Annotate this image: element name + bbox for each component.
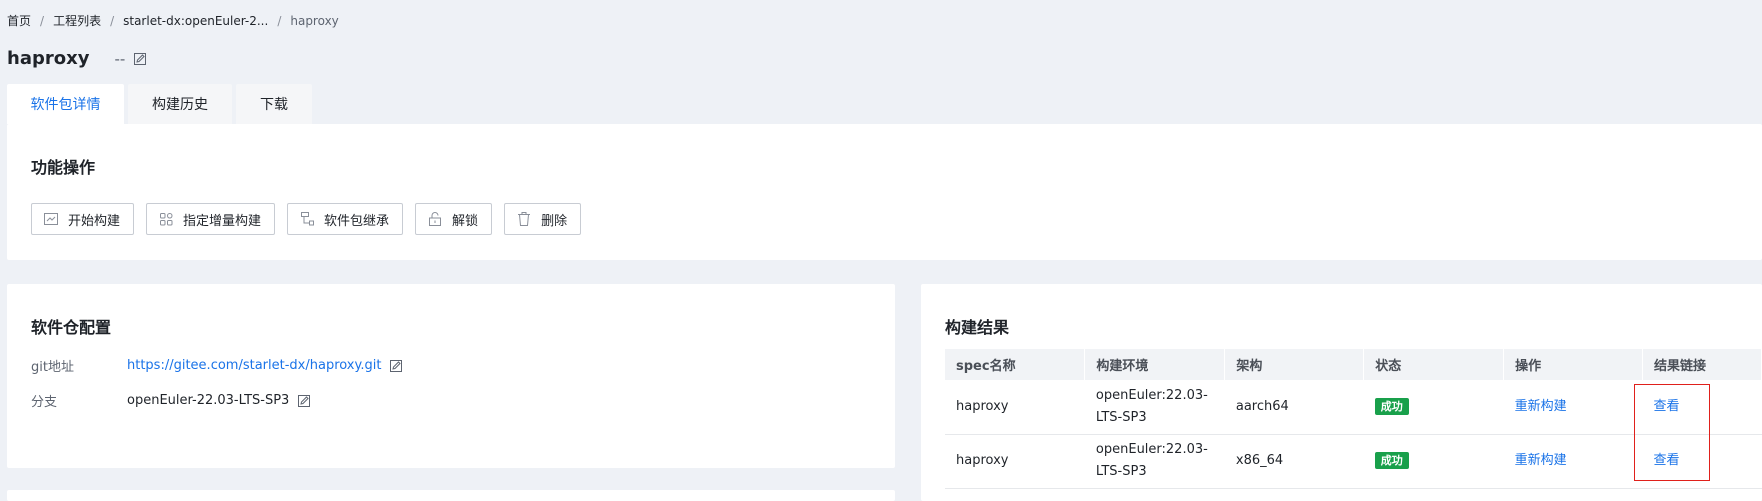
git-address-row: git地址 https://gitee.com/starlet-dx/hapro… [31,356,403,375]
status-badge: 成功 [1374,452,1409,469]
cell-action: 重新构建 [1503,380,1643,435]
cell-action: 重新构建 [1503,434,1643,489]
cell-env: openEuler:22.03- LTS-SP3 [1084,380,1225,435]
env-line: LTS-SP3 [1095,409,1147,425]
delete-button[interactable]: 删除 [504,203,582,235]
build-icon [43,211,59,227]
build-results-title: 构建结果 [945,318,1010,337]
git-address-label: git地址 [31,360,74,375]
rebuild-link[interactable]: 重新构建 [1515,453,1567,468]
incremental-build-label: 指定增量构建 [183,213,262,229]
repo-config-title: 软件仓配置 [31,318,112,337]
page-description: -- [114,49,126,68]
cell-spec: haproxy [945,434,1085,489]
cell-spec: haproxy [945,380,1085,435]
tab-bar: 软件包详情 构建历史 下载 [7,84,316,124]
breadcrumb-project[interactable]: starlet-dx:openEuler-2... [123,14,268,28]
highlight-annotation-box [1634,384,1710,481]
tab-build-history[interactable]: 构建历史 [128,84,232,124]
column-header-env: 构建环境 [1084,349,1226,380]
breadcrumb: 首页 / 工程列表 / starlet-dx:openEuler-2... / … [7,12,339,29]
start-build-button[interactable]: 开始构建 [31,203,135,235]
inherit-icon [299,211,315,227]
env-line: openEuler:22.03- [1095,442,1208,457]
column-header-spec: spec名称 [945,349,1086,380]
edit-description-icon[interactable] [133,52,147,66]
unlock-button[interactable]: 解锁 [415,203,493,235]
tab-download[interactable]: 下载 [236,84,312,124]
breadcrumb-current: haproxy [290,13,339,28]
branch-row: 分支 openEuler-22.03-LTS-SP3 [31,391,311,410]
function-operations-card: 功能操作 开始构建 指定增量构建 软件包继承 解锁 删除 [7,124,1762,260]
unlock-icon [427,211,443,227]
repo-config-card: 软件仓配置 git地址 https://gitee.com/starlet-dx… [7,284,895,468]
cell-arch: x86_64 [1224,434,1364,489]
function-operations-title: 功能操作 [31,158,96,177]
cell-arch: aarch64 [1224,380,1364,435]
package-inherit-label: 软件包继承 [324,213,390,229]
env-line: LTS-SP3 [1095,464,1147,479]
git-address-link[interactable]: https://gitee.com/starlet-dx/haproxy.git [127,358,381,373]
breadcrumb-separator: / [110,13,115,28]
breadcrumb-home[interactable]: 首页 [7,12,31,29]
branch-value: openEuler-22.03-LTS-SP3 [127,393,290,408]
package-inherit-button[interactable]: 软件包继承 [287,203,404,235]
column-header-status: 状态 [1363,349,1505,380]
trash-icon [516,211,532,227]
cell-env: openEuler:22.03- LTS-SP3 [1084,434,1225,489]
column-header-arch: 架构 [1224,349,1365,380]
tab-package-details[interactable]: 软件包详情 [7,84,124,124]
table-header-row: spec名称 构建环境 架构 状态 操作 结果链接 [945,349,1762,380]
incremental-build-button[interactable]: 指定增量构建 [146,203,276,235]
breadcrumb-project-list[interactable]: 工程列表 [53,12,101,29]
unlock-label: 解锁 [452,213,479,229]
branch-label: 分支 [31,395,58,410]
edit-git-address-icon[interactable] [389,359,403,373]
next-card-partial [7,490,895,501]
grid-icon [158,211,174,227]
page-title: haproxy [7,48,90,69]
start-build-label: 开始构建 [68,213,121,229]
column-header-link: 结果链接 [1642,349,1762,380]
status-badge: 成功 [1374,397,1409,415]
operation-buttons: 开始构建 指定增量构建 软件包继承 解锁 删除 [31,203,593,235]
env-line: openEuler:22.03- [1095,387,1208,403]
cell-status: 成功 [1363,380,1504,435]
cell-status: 成功 [1363,434,1504,489]
breadcrumb-separator: / [277,13,282,28]
page-header: haproxy -- [7,48,147,69]
column-header-action: 操作 [1503,349,1644,380]
rebuild-link[interactable]: 重新构建 [1515,399,1567,414]
breadcrumb-separator: / [40,13,45,28]
delete-label: 删除 [541,213,568,229]
edit-branch-icon[interactable] [297,394,311,408]
